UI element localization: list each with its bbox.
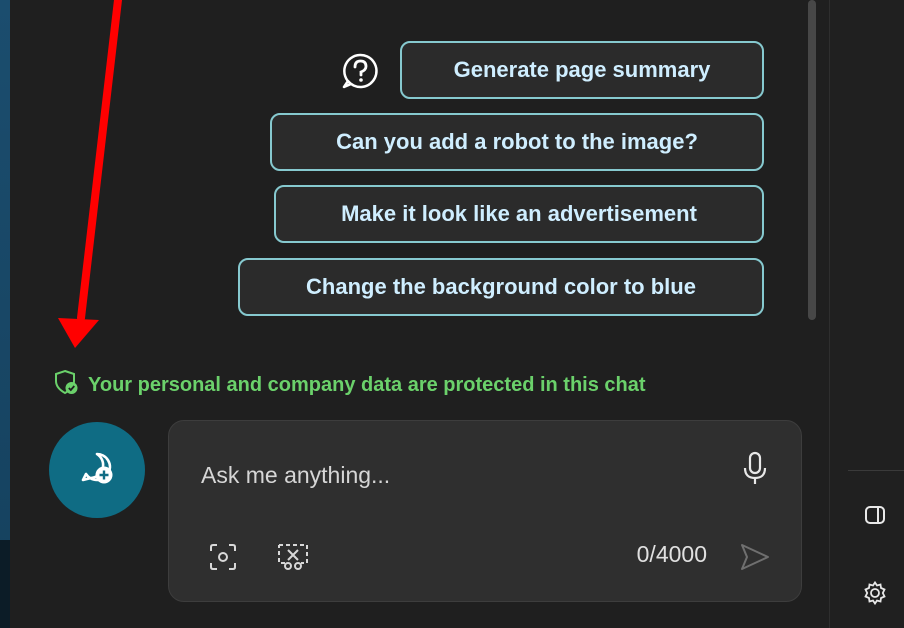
page-edge-left bbox=[0, 0, 10, 628]
scrollbar[interactable] bbox=[808, 0, 816, 320]
visual-search-icon[interactable] bbox=[273, 537, 313, 577]
suggestion-background-blue[interactable]: Change the background color to blue bbox=[238, 258, 764, 316]
gear-icon[interactable] bbox=[858, 576, 892, 610]
chat-input-box: 0/4000 bbox=[168, 420, 802, 602]
new-topic-button[interactable] bbox=[49, 422, 145, 518]
page-edge-dark bbox=[0, 540, 10, 628]
character-counter: 0/4000 bbox=[636, 541, 707, 567]
suggestion-generate-page-summary[interactable]: Generate page summary bbox=[400, 41, 764, 99]
suggestion-add-robot[interactable]: Can you add a robot to the image? bbox=[270, 113, 764, 171]
microphone-icon[interactable] bbox=[737, 449, 773, 489]
question-circle-icon[interactable] bbox=[338, 49, 382, 93]
chat-input[interactable] bbox=[201, 457, 721, 493]
privacy-notice-text: Your personal and company data are prote… bbox=[88, 373, 646, 396]
suggestion-advertisement[interactable]: Make it look like an advertisement bbox=[274, 185, 764, 243]
privacy-notice: Your personal and company data are prote… bbox=[52, 368, 646, 402]
send-icon[interactable] bbox=[735, 537, 775, 577]
screenshot-capture-icon[interactable] bbox=[203, 537, 243, 577]
shield-check-icon bbox=[52, 368, 80, 402]
side-rail-divider bbox=[848, 470, 904, 471]
new-topic-icon bbox=[77, 448, 117, 493]
sidebar-toggle-icon[interactable] bbox=[858, 498, 892, 532]
side-rail bbox=[830, 0, 904, 628]
